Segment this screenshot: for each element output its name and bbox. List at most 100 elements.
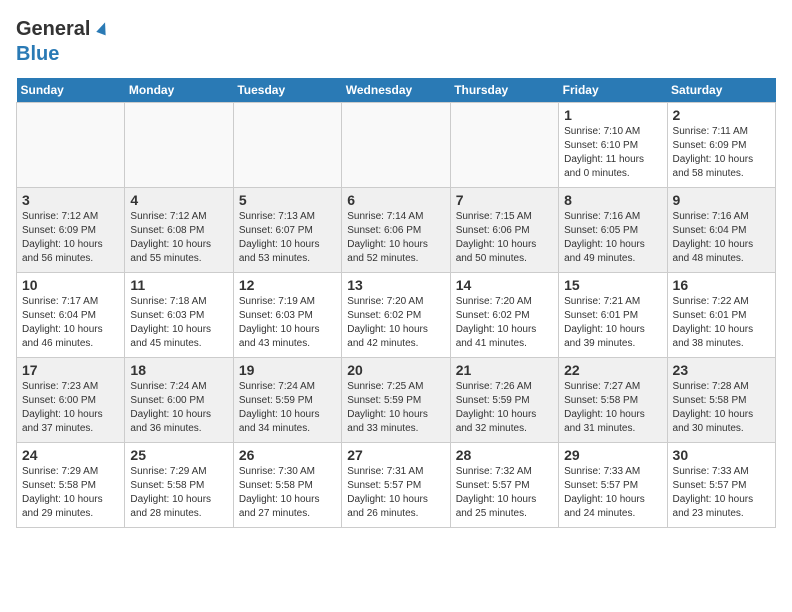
day-info: Sunrise: 7:13 AM Sunset: 6:07 PM Dayligh… bbox=[239, 210, 336, 266]
logo: General Blue bbox=[16, 16, 114, 66]
logo-triangle-icon bbox=[92, 16, 114, 38]
day-number: 19 bbox=[239, 362, 336, 378]
page-header: General Blue bbox=[16, 16, 776, 66]
calendar-week-row: 10Sunrise: 7:17 AM Sunset: 6:04 PM Dayli… bbox=[17, 273, 776, 358]
day-number: 8 bbox=[564, 192, 661, 208]
day-info: Sunrise: 7:15 AM Sunset: 6:06 PM Dayligh… bbox=[456, 210, 553, 266]
day-number: 12 bbox=[239, 277, 336, 293]
day-number: 4 bbox=[130, 192, 227, 208]
calendar-cell bbox=[17, 103, 125, 188]
calendar-cell: 30 Sunrise: 7:33 AM Sunset: 5:57 PM Dayli… bbox=[667, 443, 775, 528]
calendar-cell: 5 Sunrise: 7:13 AM Sunset: 6:07 PM Daylig… bbox=[233, 188, 341, 273]
day-info: Sunrise: 7:19 AM Sunset: 6:03 PM Dayligh… bbox=[239, 295, 336, 351]
day-number: 3 bbox=[22, 192, 119, 208]
day-info: Sunrise: 7:16 AM Sunset: 6:04 PM Dayligh… bbox=[673, 210, 770, 266]
calendar-cell: 27 Sunrise: 7:31 AM Sunset: 5:57 PM Dayli… bbox=[342, 443, 450, 528]
calendar-header-row: SundayMondayTuesdayWednesdayThursdayFrid… bbox=[17, 78, 776, 103]
day-number: 25 bbox=[130, 447, 227, 463]
calendar-cell bbox=[233, 103, 341, 188]
day-info: Sunrise: 7:18 AM Sunset: 6:03 PM Dayligh… bbox=[130, 295, 227, 351]
day-number: 27 bbox=[347, 447, 444, 463]
calendar-cell: 6 Sunrise: 7:14 AM Sunset: 6:06 PM Daylig… bbox=[342, 188, 450, 273]
day-info: Sunrise: 7:14 AM Sunset: 6:06 PM Dayligh… bbox=[347, 210, 444, 266]
calendar-cell: 13 Sunrise: 7:20 AM Sunset: 6:02 PM Dayli… bbox=[342, 273, 450, 358]
day-number: 28 bbox=[456, 447, 553, 463]
calendar-cell: 22Sunrise: 7:27 AM Sunset: 5:58 PM Dayli… bbox=[559, 358, 667, 443]
header-tuesday: Tuesday bbox=[233, 78, 341, 103]
day-number: 17 bbox=[22, 362, 119, 378]
day-number: 23 bbox=[673, 362, 770, 378]
calendar-cell bbox=[450, 103, 558, 188]
calendar-cell: 28 Sunrise: 7:32 AM Sunset: 5:57 PM Dayli… bbox=[450, 443, 558, 528]
day-info: Sunrise: 7:26 AM Sunset: 5:59 PM Dayligh… bbox=[456, 380, 553, 436]
day-info: Sunrise: 7:33 AM Sunset: 5:57 PM Dayligh… bbox=[673, 465, 770, 521]
logo-blue-text: Blue bbox=[16, 43, 59, 65]
calendar-cell: 25 Sunrise: 7:29 AM Sunset: 5:58 PM Dayli… bbox=[125, 443, 233, 528]
day-info: Sunrise: 7:29 AM Sunset: 5:58 PM Dayligh… bbox=[22, 465, 119, 521]
calendar-table: SundayMondayTuesdayWednesdayThursdayFrid… bbox=[16, 78, 776, 528]
calendar-week-row: 3Sunrise: 7:12 AM Sunset: 6:09 PM Daylig… bbox=[17, 188, 776, 273]
day-info: Sunrise: 7:20 AM Sunset: 6:02 PM Dayligh… bbox=[456, 295, 553, 351]
day-number: 26 bbox=[239, 447, 336, 463]
day-info: Sunrise: 7:10 AM Sunset: 6:10 PM Dayligh… bbox=[564, 125, 661, 181]
day-info: Sunrise: 7:24 AM Sunset: 6:00 PM Dayligh… bbox=[130, 380, 227, 436]
calendar-cell bbox=[125, 103, 233, 188]
day-number: 30 bbox=[673, 447, 770, 463]
day-info: Sunrise: 7:28 AM Sunset: 5:58 PM Dayligh… bbox=[673, 380, 770, 436]
calendar-week-row: 24 Sunrise: 7:29 AM Sunset: 5:58 PM Dayli… bbox=[17, 443, 776, 528]
calendar-cell: 1 Sunrise: 7:10 AM Sunset: 6:10 PM Daylig… bbox=[559, 103, 667, 188]
calendar-cell: 20 Sunrise: 7:25 AM Sunset: 5:59 PM Dayli… bbox=[342, 358, 450, 443]
day-info: Sunrise: 7:11 AM Sunset: 6:09 PM Dayligh… bbox=[673, 125, 770, 181]
calendar-cell: 11Sunrise: 7:18 AM Sunset: 6:03 PM Dayli… bbox=[125, 273, 233, 358]
calendar-cell: 17 Sunrise: 7:23 AM Sunset: 6:00 PM Dayli… bbox=[17, 358, 125, 443]
header-thursday: Thursday bbox=[450, 78, 558, 103]
header-sunday: Sunday bbox=[17, 78, 125, 103]
day-info: Sunrise: 7:30 AM Sunset: 5:58 PM Dayligh… bbox=[239, 465, 336, 521]
day-info: Sunrise: 7:12 AM Sunset: 6:08 PM Dayligh… bbox=[130, 210, 227, 266]
logo-general-text: General bbox=[16, 18, 90, 41]
day-number: 29 bbox=[564, 447, 661, 463]
day-number: 13 bbox=[347, 277, 444, 293]
day-number: 7 bbox=[456, 192, 553, 208]
day-number: 15 bbox=[564, 277, 661, 293]
day-number: 6 bbox=[347, 192, 444, 208]
day-info: Sunrise: 7:27 AM Sunset: 5:58 PM Dayligh… bbox=[564, 380, 661, 436]
calendar-cell: 7 Sunrise: 7:15 AM Sunset: 6:06 PM Daylig… bbox=[450, 188, 558, 273]
day-info: Sunrise: 7:20 AM Sunset: 6:02 PM Dayligh… bbox=[347, 295, 444, 351]
calendar-cell: 9 Sunrise: 7:16 AM Sunset: 6:04 PM Daylig… bbox=[667, 188, 775, 273]
calendar-cell: 23 Sunrise: 7:28 AM Sunset: 5:58 PM Dayli… bbox=[667, 358, 775, 443]
calendar-cell: 24 Sunrise: 7:29 AM Sunset: 5:58 PM Dayli… bbox=[17, 443, 125, 528]
day-number: 2 bbox=[673, 107, 770, 123]
day-number: 5 bbox=[239, 192, 336, 208]
day-number: 18 bbox=[130, 362, 227, 378]
day-number: 21 bbox=[456, 362, 553, 378]
day-info: Sunrise: 7:16 AM Sunset: 6:05 PM Dayligh… bbox=[564, 210, 661, 266]
calendar-cell: 14 Sunrise: 7:20 AM Sunset: 6:02 PM Dayli… bbox=[450, 273, 558, 358]
calendar-cell: 12 Sunrise: 7:19 AM Sunset: 6:03 PM Dayli… bbox=[233, 273, 341, 358]
day-info: Sunrise: 7:32 AM Sunset: 5:57 PM Dayligh… bbox=[456, 465, 553, 521]
day-number: 20 bbox=[347, 362, 444, 378]
calendar-cell: 4 Sunrise: 7:12 AM Sunset: 6:08 PM Daylig… bbox=[125, 188, 233, 273]
calendar-week-row: 17 Sunrise: 7:23 AM Sunset: 6:00 PM Dayli… bbox=[17, 358, 776, 443]
calendar-cell: 18 Sunrise: 7:24 AM Sunset: 6:00 PM Dayli… bbox=[125, 358, 233, 443]
calendar-cell: 2 Sunrise: 7:11 AM Sunset: 6:09 PM Daylig… bbox=[667, 103, 775, 188]
day-number: 10 bbox=[22, 277, 119, 293]
calendar-cell: 16Sunrise: 7:22 AM Sunset: 6:01 PM Dayli… bbox=[667, 273, 775, 358]
calendar-cell: 10Sunrise: 7:17 AM Sunset: 6:04 PM Dayli… bbox=[17, 273, 125, 358]
header-monday: Monday bbox=[125, 78, 233, 103]
day-number: 24 bbox=[22, 447, 119, 463]
day-number: 14 bbox=[456, 277, 553, 293]
day-info: Sunrise: 7:31 AM Sunset: 5:57 PM Dayligh… bbox=[347, 465, 444, 521]
calendar-cell: 15Sunrise: 7:21 AM Sunset: 6:01 PM Dayli… bbox=[559, 273, 667, 358]
day-number: 16 bbox=[673, 277, 770, 293]
header-wednesday: Wednesday bbox=[342, 78, 450, 103]
day-number: 9 bbox=[673, 192, 770, 208]
day-info: Sunrise: 7:25 AM Sunset: 5:59 PM Dayligh… bbox=[347, 380, 444, 436]
day-info: Sunrise: 7:29 AM Sunset: 5:58 PM Dayligh… bbox=[130, 465, 227, 521]
day-info: Sunrise: 7:23 AM Sunset: 6:00 PM Dayligh… bbox=[22, 380, 119, 436]
header-saturday: Saturday bbox=[667, 78, 775, 103]
header-friday: Friday bbox=[559, 78, 667, 103]
day-info: Sunrise: 7:24 AM Sunset: 5:59 PM Dayligh… bbox=[239, 380, 336, 436]
day-number: 1 bbox=[564, 107, 661, 123]
calendar-cell: 21 Sunrise: 7:26 AM Sunset: 5:59 PM Dayli… bbox=[450, 358, 558, 443]
